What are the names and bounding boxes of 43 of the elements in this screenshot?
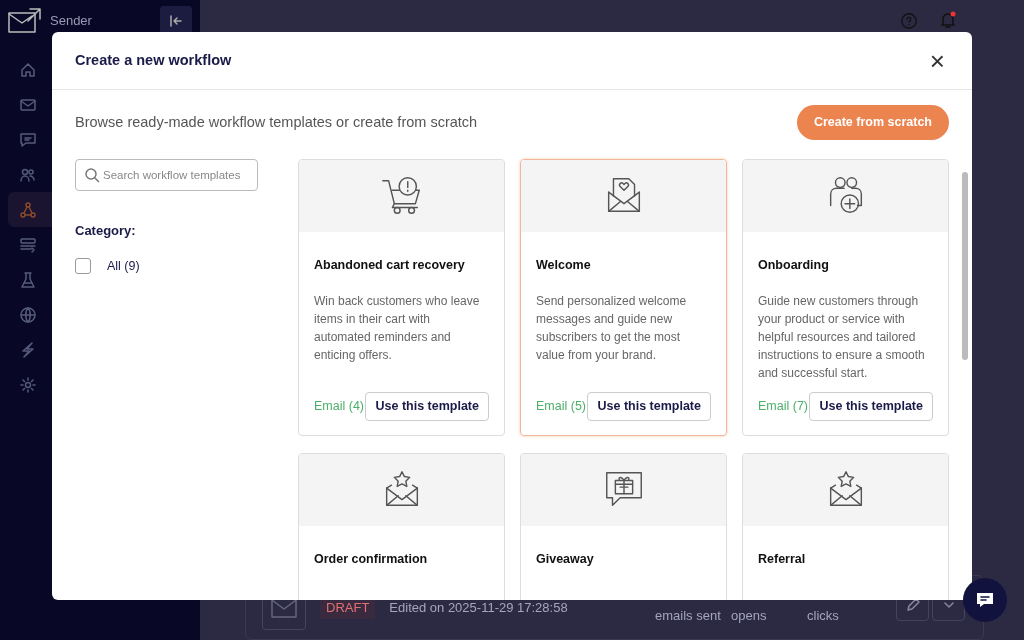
template-title: Giveaway xyxy=(536,551,595,568)
channel-count: Email (4) xyxy=(314,398,364,416)
template-card[interactable]: Referral xyxy=(742,453,949,600)
template-card[interactable]: Giveaway xyxy=(520,453,727,600)
nodes-icon xyxy=(18,199,38,220)
template-title: Referral xyxy=(758,551,807,568)
template-description: Win back customers who leave items in their cart with automated reminders and enticing offers. xyxy=(314,292,481,364)
template-card[interactable]: Onboarding Guide new customers through your product or service with helpful resources and tailored instructions to ensure a smooth and successful start. Email (7) Use this template xyxy=(742,159,949,436)
close-button[interactable]: × xyxy=(925,47,949,74)
flask-icon xyxy=(18,269,38,290)
use-template-button[interactable]: Use this template xyxy=(809,392,933,421)
bell-icon[interactable] xyxy=(938,10,958,30)
template-description: Guide new customers through your product or service with helpful resources and tailored instructions to ensure a smooth and successful start. xyxy=(758,292,926,382)
template-description: Send personalized welcome messages and guide new subscribers to get the most value from your brand. xyxy=(536,292,688,364)
stat-label: clicks xyxy=(807,607,839,625)
search-icon xyxy=(84,167,100,183)
scrollbar[interactable] xyxy=(962,172,968,360)
stat-label: emails sent xyxy=(655,607,721,625)
chat-icon xyxy=(975,590,995,610)
template-title: Welcome xyxy=(536,257,592,274)
edited-date: Edited on 2025-11-29 17:28:58 xyxy=(389,598,568,617)
collapse-icon xyxy=(168,13,184,29)
logo-icon xyxy=(8,8,42,34)
category-label: All (9) xyxy=(107,257,140,275)
stat-label: opens xyxy=(731,607,767,625)
template-title: Abandoned cart recovery xyxy=(314,257,466,274)
use-template-button[interactable]: Use this template xyxy=(587,392,711,421)
template-card[interactable]: Order confirmation xyxy=(298,453,505,600)
channel-count: Email (5) xyxy=(536,398,586,416)
use-template-button[interactable]: Use this template xyxy=(365,392,489,421)
checkbox[interactable] xyxy=(75,257,91,274)
logo-text: Sender xyxy=(50,12,92,31)
globe-icon xyxy=(18,304,38,325)
category-heading: Category: xyxy=(75,222,137,240)
dialog-title: Create a new workflow xyxy=(75,50,232,70)
template-card[interactable]: Abandoned cart recovery Win back customers who leave items in their cart with automated reminders and enticing offers. Email (4) Use this template xyxy=(298,159,505,436)
template-title: Onboarding xyxy=(758,257,830,274)
template-title: Order confirmation xyxy=(314,551,429,568)
template-card[interactable]: Welcome Send personalized welcome messages and guide new subscribers to get the most value from your brand. Email (5) Use this template xyxy=(520,159,727,436)
channel-count: Email (7) xyxy=(758,398,808,416)
dialog-subtitle: Browse ready-made workflow templates or create from scratch xyxy=(75,112,478,132)
search-field[interactable]: Search workflow templates xyxy=(75,159,258,191)
settings-icon xyxy=(18,374,38,395)
